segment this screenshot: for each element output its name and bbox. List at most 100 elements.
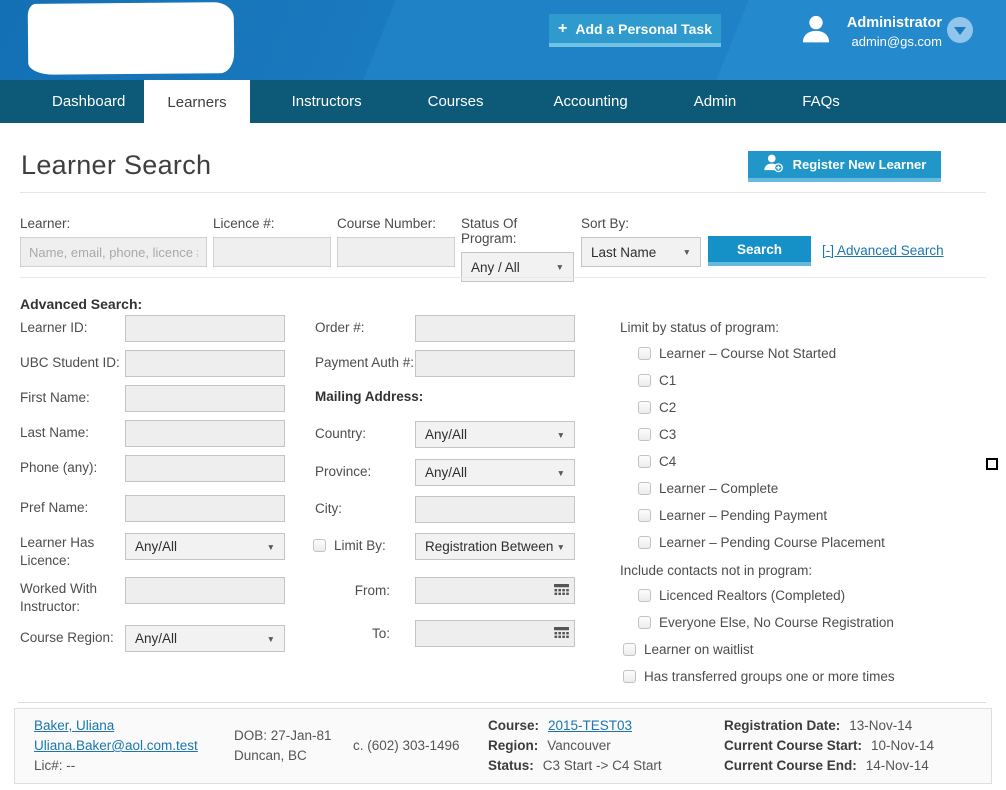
- nav-item-learners[interactable]: Learners: [144, 80, 249, 133]
- quick-search-licence: Licence #:: [213, 216, 331, 267]
- checkbox-everyone-else[interactable]: [638, 616, 651, 629]
- status-of-program-value: Any / All: [471, 260, 520, 275]
- result-dob-column: DOB: 27-Jan-81 Duncan, BC: [234, 726, 332, 766]
- nav-item-accounting[interactable]: Accounting: [551, 80, 629, 123]
- course-link[interactable]: 2015-TEST03: [548, 716, 632, 736]
- status-checkbox-row: Learner – Pending Course Placement: [638, 535, 885, 550]
- learner-name-link[interactable]: Baker, Uliana: [34, 718, 114, 733]
- checkbox-label: Learner – Pending Course Placement: [659, 535, 885, 550]
- chevron-down-icon: ▼: [557, 430, 565, 440]
- from-label: From:: [315, 582, 390, 600]
- register-new-learner-button[interactable]: Register New Learner: [748, 151, 941, 182]
- registration-date-value: 13-Nov-14: [849, 716, 912, 736]
- status-checkbox-row: C2: [638, 400, 676, 415]
- quick-search-sort: Sort By: Last Name ▼: [581, 216, 701, 267]
- user-menu[interactable]: Administrator admin@gs.com: [800, 13, 942, 50]
- worked-with-instructor-label: Worked With Instructor:: [20, 580, 105, 616]
- learner-email-link[interactable]: Uliana.Baker@aol.com.test: [34, 738, 198, 753]
- checkbox-pending-payment[interactable]: [638, 509, 651, 522]
- sort-by-value: Last Name: [591, 245, 656, 260]
- user-text: Administrator admin@gs.com: [842, 14, 942, 50]
- nav-item-dashboard[interactable]: Dashboard: [50, 80, 127, 123]
- order-number-label: Order #:: [315, 319, 415, 337]
- advanced-search-toggle-link[interactable]: [-] Advanced Search: [822, 243, 944, 258]
- ubc-student-id-input[interactable]: [125, 350, 285, 377]
- checkbox-transferred-groups[interactable]: [623, 670, 636, 683]
- chevron-down-icon: ▼: [267, 542, 275, 552]
- region-label: Region:: [488, 736, 538, 756]
- mailing-address-heading: Mailing Address:: [315, 389, 423, 404]
- phone-any-input[interactable]: [125, 455, 285, 482]
- course-region-value: Any/All: [135, 631, 177, 646]
- country-value: Any/All: [425, 427, 467, 442]
- from-date-input[interactable]: [415, 577, 575, 604]
- pref-name-input[interactable]: [125, 495, 285, 522]
- nav-item-instructors[interactable]: Instructors: [290, 80, 364, 123]
- worked-with-instructor-input[interactable]: [125, 577, 285, 604]
- first-name-input[interactable]: [125, 385, 285, 412]
- account-dropdown-button[interactable]: [947, 17, 973, 43]
- course-number-input[interactable]: [337, 237, 455, 267]
- checkbox-learner-complete[interactable]: [638, 482, 651, 495]
- licence-label: Licence #:: [213, 216, 331, 231]
- learner-label: Learner:: [20, 216, 207, 231]
- limit-by-row: Limit By:: [313, 538, 386, 553]
- nav-item-faqs[interactable]: FAQs: [800, 80, 842, 123]
- nav-item-admin[interactable]: Admin: [692, 80, 739, 123]
- chevron-down-icon: ▼: [683, 247, 691, 257]
- checkbox-learner-on-waitlist[interactable]: [623, 643, 636, 656]
- last-name-input[interactable]: [125, 420, 285, 447]
- registration-date-label: Registration Date:: [724, 716, 840, 736]
- to-date-input[interactable]: [415, 620, 575, 647]
- sort-by-select[interactable]: Last Name ▼: [581, 237, 701, 267]
- nav-item-courses[interactable]: Courses: [426, 80, 486, 123]
- payment-auth-input[interactable]: [415, 350, 575, 377]
- plus-icon: +: [558, 21, 567, 37]
- quick-search-status: Status Of Program: Any / All ▼: [461, 216, 574, 282]
- user-email: admin@gs.com: [851, 33, 942, 50]
- include-checkbox-row: Licenced Realtors (Completed): [638, 588, 845, 603]
- checkbox-label: Learner – Course Not Started: [659, 346, 836, 361]
- checkbox-label: Everyone Else, No Course Registration: [659, 615, 894, 630]
- learner-dob: DOB: 27-Jan-81: [234, 726, 332, 746]
- limit-by-checkbox[interactable]: [313, 539, 326, 552]
- result-identity-column: Baker, Uliana Uliana.Baker@aol.com.test …: [34, 716, 198, 776]
- chevron-down-icon: ▼: [557, 542, 565, 552]
- top-header: + Add a Personal Task Administrator admi…: [0, 0, 1006, 80]
- payment-auth-label: Payment Auth #:: [315, 354, 415, 372]
- chevron-down-icon: ▼: [557, 468, 565, 478]
- limit-by-select[interactable]: Registration Between ▼: [415, 533, 575, 560]
- extra-checkbox-row: Has transferred groups one or more times: [623, 669, 895, 684]
- course-region-select[interactable]: Any/All ▼: [125, 625, 285, 652]
- checkbox-pending-course-placement[interactable]: [638, 536, 651, 549]
- add-personal-task-button[interactable]: + Add a Personal Task: [549, 14, 721, 47]
- learner-phone: c. (602) 303-1496: [353, 736, 460, 756]
- status-checkbox-row: C3: [638, 427, 676, 442]
- checkbox-course-not-started[interactable]: [638, 347, 651, 360]
- quick-search-course-number: Course Number:: [337, 216, 455, 267]
- checkbox-c1[interactable]: [638, 374, 651, 387]
- checkbox-label: Licenced Realtors (Completed): [659, 588, 845, 603]
- limit-by-label: Limit By:: [334, 538, 386, 553]
- learner-has-licence-select[interactable]: Any/All ▼: [125, 533, 285, 560]
- search-button[interactable]: Search: [708, 236, 811, 266]
- checkbox-c4[interactable]: [638, 455, 651, 468]
- order-number-input[interactable]: [415, 315, 575, 342]
- checkbox-c3[interactable]: [638, 428, 651, 441]
- status-of-program-label: Status Of Program:: [461, 216, 574, 246]
- checkbox-c2[interactable]: [638, 401, 651, 414]
- learner-search-input[interactable]: [20, 237, 207, 267]
- add-personal-task-label: Add a Personal Task: [575, 21, 712, 37]
- checkbox-label: C4: [659, 454, 676, 469]
- learner-id-input[interactable]: [125, 315, 285, 342]
- chevron-down-icon: ▼: [556, 262, 564, 272]
- last-name-label: Last Name:: [20, 424, 122, 442]
- licence-input[interactable]: [213, 237, 331, 267]
- city-input[interactable]: [415, 496, 575, 523]
- country-select[interactable]: Any/All ▼: [415, 421, 575, 448]
- limit-by-status-heading: Limit by status of program:: [620, 319, 779, 337]
- result-row: Baker, Uliana Uliana.Baker@aol.com.test …: [14, 708, 992, 784]
- checkbox-licenced-realtors[interactable]: [638, 589, 651, 602]
- province-select[interactable]: Any/All ▼: [415, 459, 575, 486]
- learner-search-screen: + Add a Personal Task Administrator admi…: [0, 0, 1006, 790]
